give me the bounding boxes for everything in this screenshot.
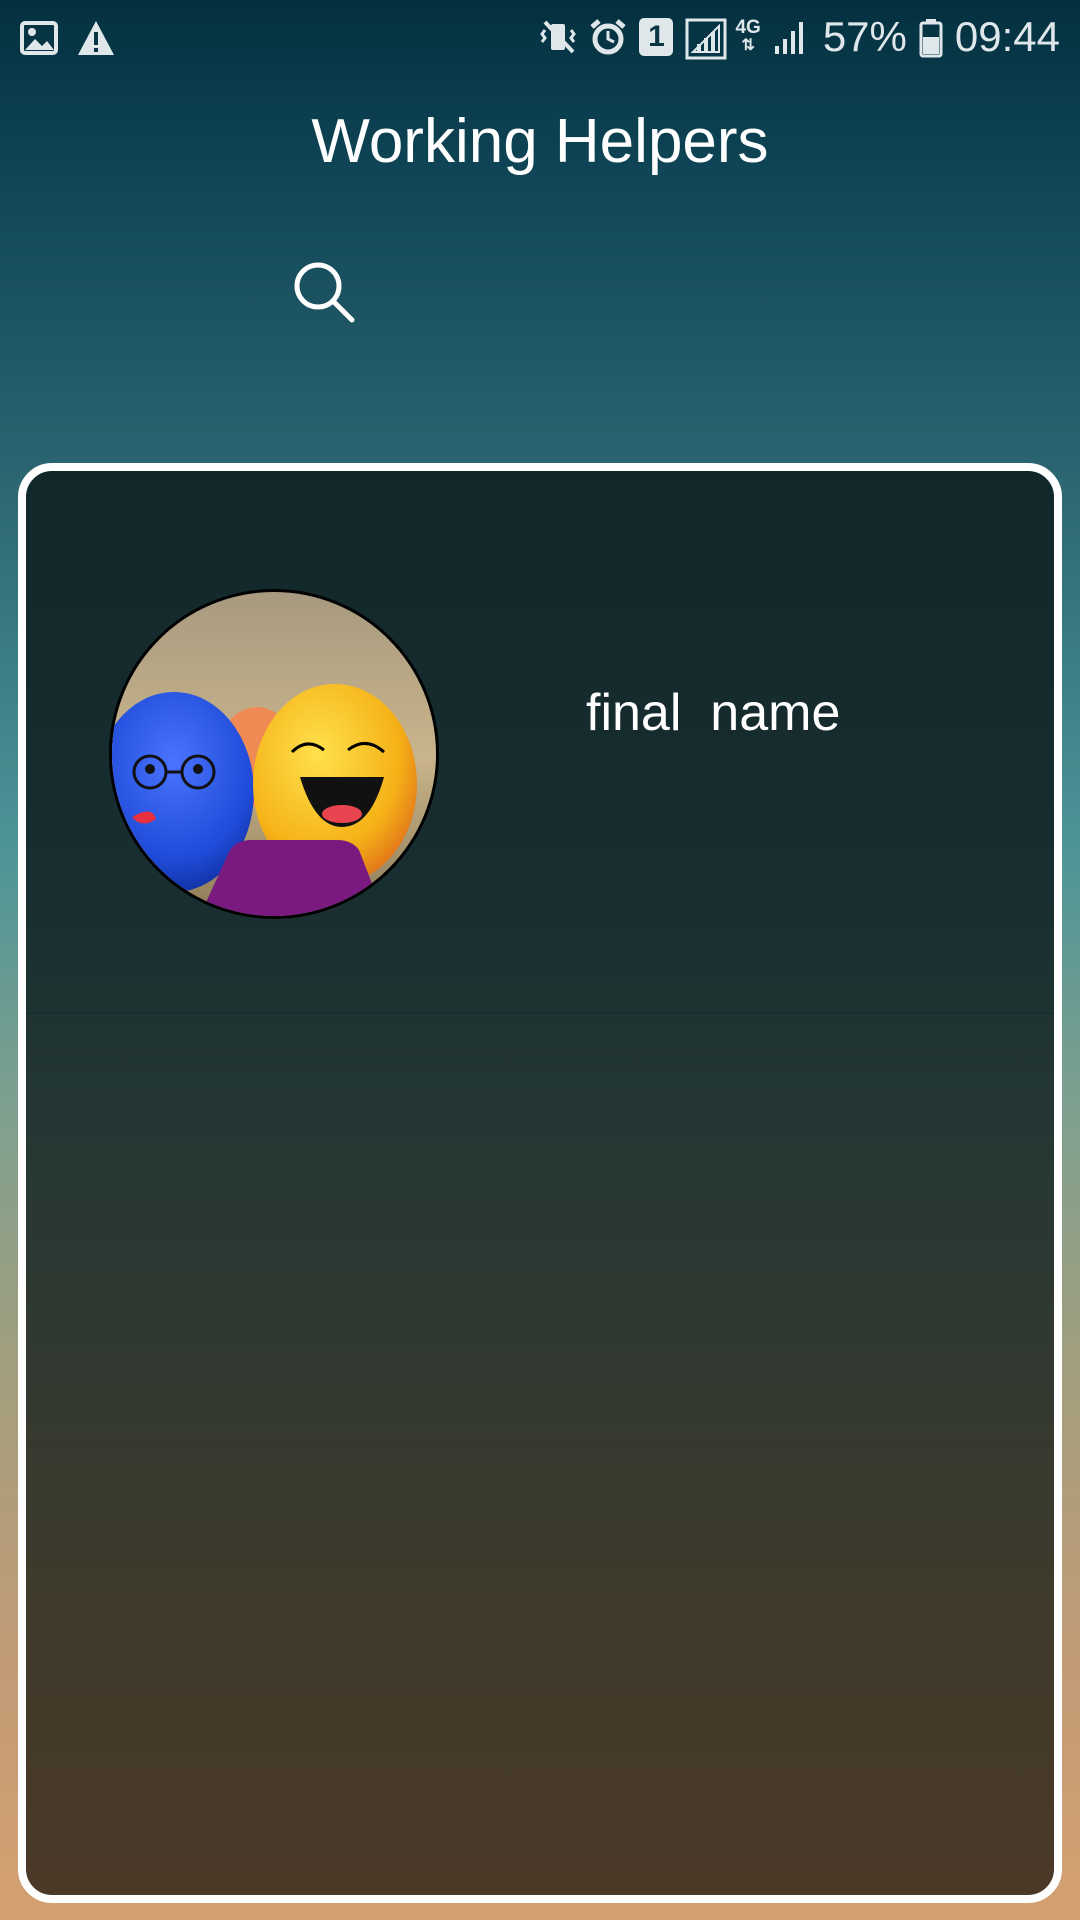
- helpers-list-card: final name: [18, 463, 1062, 1903]
- list-item[interactable]: final name: [26, 471, 1054, 1014]
- network-type-label: 4G: [735, 17, 761, 38]
- search-icon: [290, 262, 360, 332]
- status-bar-right: 1 4G ⇅ 57% 09:44: [539, 12, 1060, 62]
- status-bar-left: [20, 16, 114, 60]
- battery-icon: [919, 18, 943, 58]
- clock: 09:44: [954, 13, 1060, 60]
- warning-icon: [76, 19, 114, 57]
- search-button[interactable]: [290, 258, 360, 328]
- avatar: [109, 589, 439, 919]
- sim-1-icon: 1: [639, 18, 674, 56]
- image-icon: [20, 19, 58, 57]
- alarm-icon: [589, 18, 627, 56]
- status-bar: 1 4G ⇅ 57% 09:44: [0, 0, 1080, 74]
- signal-icon: [685, 18, 727, 60]
- network-4g-icon: 4G ⇅: [735, 17, 761, 54]
- helper-name: final name: [586, 684, 841, 742]
- signal-2-icon: [773, 18, 811, 56]
- battery-percent: 57%: [822, 13, 907, 60]
- page-title: Working Helpers: [311, 107, 769, 176]
- vibrate-mute-icon: [539, 18, 577, 56]
